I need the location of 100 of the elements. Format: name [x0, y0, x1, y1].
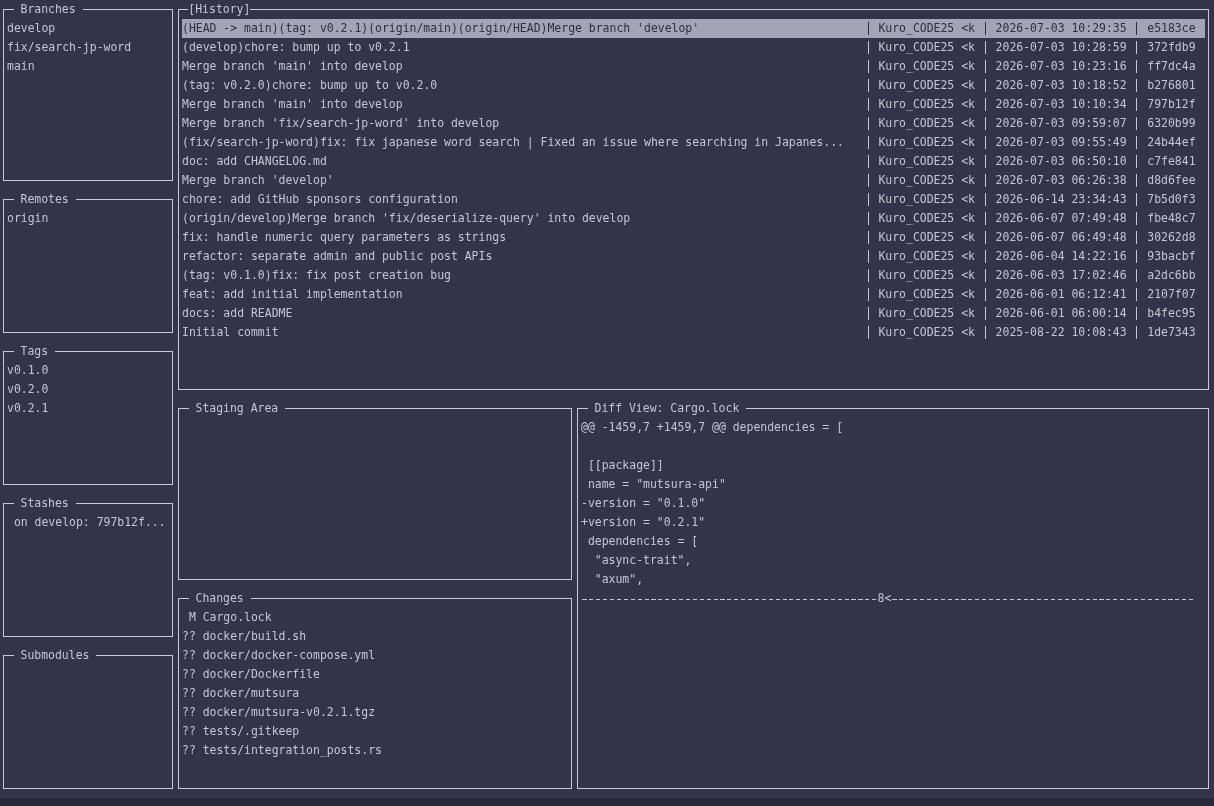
commit-row[interactable]: (fix/search-jp-word)fix: fix japanese word search | Fixed an issue where searching in Japanes... Kuro_CODE25 <k 2026-07-03 09:55:49 24b44ef: [182, 133, 1205, 152]
commit-author: Kuro_CODE25 <k: [878, 77, 975, 94]
panel-title: Tags: [19, 343, 50, 360]
commit-author: Kuro_CODE25 <k: [878, 286, 975, 303]
commit-row[interactable]: fix: handle numeric query parameters as strings Kuro_CODE25 <k 2026-06-07 06:49:48 30262d8: [182, 228, 1205, 247]
commit-row[interactable]: chore: add GitHub sponsors configuration Kuro_CODE25 <k 2026-06-14 23:34:43 7b5d0f3: [182, 190, 1205, 209]
commit-hash: 7b5d0f3: [1147, 191, 1196, 208]
commit-row[interactable]: feat: add initial implementation Kuro_CODE25 <k 2026-06-01 06:12:41 2107f07: [182, 285, 1205, 304]
commit-date: 2026-07-03 10:28:59: [995, 39, 1127, 56]
commit-author: Kuro_CODE25 <k: [878, 39, 975, 56]
commit-date: 2026-06-01 06:00:14: [995, 305, 1127, 322]
commit-hash: b276801: [1147, 77, 1196, 94]
commit-hash: c7fe841: [1147, 153, 1196, 170]
commit-message: (fix/search-jp-word)fix: fix japanese word search | Fixed an issue where searching in Japanes...: [182, 134, 844, 152]
commit-row[interactable]: Merge branch 'main' into develop Kuro_CODE25 <k 2026-07-03 10:10:34 797b12f: [182, 95, 1205, 114]
commit-row[interactable]: (HEAD -> main)(tag: v0.2.1)(origin/main)(origin/HEAD)Merge branch 'develop' Kuro_CODE25 <k 2026-07-03 10:29:35 e5183ce: [182, 19, 1205, 38]
commit-date: 2026-07-03 06:50:10: [995, 153, 1127, 170]
commit-date: 2026-07-03 10:29:35: [995, 20, 1127, 37]
commit-message: (tag: v0.2.0)chore: bump up to v0.2.0: [182, 77, 438, 94]
commit-row[interactable]: Merge branch 'main' into develop Kuro_CODE25 <k 2026-07-03 10:23:16 ff7dc4a: [182, 57, 1205, 76]
commit-date: 2026-07-03 10:10:34: [995, 96, 1127, 113]
commit-message: refactor: separate admin and public post APIs: [182, 248, 493, 265]
commit-hash: 93bacbf: [1147, 248, 1196, 265]
diff-line: +version = "0.2.1": [581, 514, 706, 531]
branch-item[interactable]: main: [7, 57, 35, 76]
commit-date: 2026-07-03 10:18:52: [995, 77, 1127, 94]
commit-author: Kuro_CODE25 <k: [878, 324, 975, 341]
change-item[interactable]: ?? docker/mutsura: [182, 684, 300, 703]
commit-hash: 1de7343: [1147, 324, 1196, 341]
branch-item[interactable]: develop: [7, 19, 56, 38]
commit-row[interactable]: Merge branch 'develop' Kuro_CODE25 <k 2026-07-03 06:26:38 d8d6fee: [182, 171, 1205, 190]
commit-message: (tag: v0.1.0)fix: fix post creation bug: [182, 267, 451, 284]
tag-item[interactable]: v0.2.1: [7, 399, 49, 418]
diff-line: name = "mutsura-api": [586, 476, 726, 493]
commit-date: 2026-07-03 09:55:49: [995, 134, 1127, 151]
diff-line: "axum",: [593, 571, 644, 588]
commit-hash: ff7dc4a: [1147, 58, 1196, 75]
commit-author: Kuro_CODE25 <k: [878, 248, 975, 265]
commit-hash: 24b44ef: [1147, 134, 1196, 151]
commit-message: Initial commit: [182, 324, 279, 341]
tag-item[interactable]: v0.1.0: [7, 361, 49, 380]
commit-message: (develop)chore: bump up to v0.2.1: [182, 39, 410, 56]
commit-hash: 2107f07: [1147, 286, 1196, 303]
diff-line: @@ -1459,7 +1459,7 @@ dependencies = [: [581, 419, 844, 436]
commit-author: Kuro_CODE25 <k: [878, 115, 975, 132]
commit-hash: 372fdb9: [1147, 39, 1196, 56]
panel-title: Stashes: [19, 495, 70, 512]
commit-hash: 30262d8: [1147, 229, 1196, 246]
commit-row[interactable]: (tag: v0.1.0)fix: fix post creation bug Kuro_CODE25 <k 2026-06-03 17:02:46 a2dc6bb: [182, 266, 1205, 285]
commit-hash: d8d6fee: [1147, 172, 1196, 189]
commit-author: Kuro_CODE25 <k: [878, 96, 975, 113]
commit-row[interactable]: refactor: separate admin and public post APIs Kuro_CODE25 <k 2026-06-04 14:22:16 93bacbf: [182, 247, 1205, 266]
commit-message: doc: add CHANGELOG.md: [182, 153, 327, 170]
commit-hash: e5183ce: [1147, 20, 1196, 37]
commit-row[interactable]: doc: add CHANGELOG.md Kuro_CODE25 <k 2026-07-03 06:50:10 c7fe841: [182, 152, 1205, 171]
panel-title: Diff View: Cargo.lock: [593, 400, 741, 417]
remote-item[interactable]: origin: [7, 209, 49, 228]
commit-author: Kuro_CODE25 <k: [878, 191, 975, 208]
commit-date: 2026-07-03 06:26:38: [995, 172, 1127, 189]
commit-message: feat: add initial implementation: [182, 286, 403, 303]
commit-hash: 797b12f: [1147, 96, 1196, 113]
change-item[interactable]: ?? docker/build.sh: [182, 627, 307, 646]
commit-date: 2026-06-01 06:12:41: [995, 286, 1127, 303]
commit-row[interactable]: (develop)chore: bump up to v0.2.1 Kuro_CODE25 <k 2026-07-03 10:28:59 372fdb9: [182, 38, 1205, 57]
commit-date: 2025-08-22 10:08:43: [995, 324, 1127, 341]
commit-row[interactable]: (tag: v0.2.0)chore: bump up to v0.2.0 Kuro_CODE25 <k 2026-07-03 10:18:52 b276801: [182, 76, 1205, 95]
commit-author: Kuro_CODE25 <k: [878, 20, 975, 37]
panel-title: Staging Area: [194, 400, 280, 417]
stash-item[interactable]: on develop: 797b12f...: [13, 513, 166, 532]
diff-line: dependencies = [: [586, 533, 699, 550]
commit-message: fix: handle numeric query parameters as strings: [182, 229, 507, 246]
panel-title: [History]: [188, 1, 251, 18]
change-item[interactable]: ?? tests/integration_posts.rs: [182, 741, 382, 760]
commit-hash: b4fec95: [1147, 305, 1196, 322]
change-item[interactable]: ?? docker/docker-compose.yml: [182, 646, 376, 665]
commit-hash: fbe48c7: [1147, 210, 1196, 227]
commit-message: docs: add README: [182, 305, 293, 322]
commit-date: 2026-06-07 07:49:48: [995, 210, 1127, 227]
change-item[interactable]: ?? tests/.gitkeep: [182, 722, 300, 741]
commit-message: chore: add GitHub sponsors configuration: [182, 191, 458, 208]
commit-row[interactable]: docs: add README Kuro_CODE25 <k 2026-06-01 06:00:14 b4fec95: [182, 304, 1205, 323]
commit-row[interactable]: Merge branch 'fix/search-jp-word' into develop Kuro_CODE25 <k 2026-07-03 09:59:07 6320b99: [182, 114, 1205, 133]
commit-row[interactable]: Initial commit Kuro_CODE25 <k 2025-08-22 10:08:43 1de7343: [182, 323, 1205, 342]
tag-item[interactable]: v0.2.0: [7, 380, 49, 399]
commit-author: Kuro_CODE25 <k: [878, 172, 975, 189]
commit-message: Merge branch 'fix/search-jp-word' into develop: [182, 115, 500, 132]
branch-item[interactable]: fix/search-jp-word: [7, 38, 132, 57]
commit-date: 2026-06-07 06:49:48: [995, 229, 1127, 246]
panel-title: Remotes: [19, 191, 70, 208]
commit-row[interactable]: (origin/develop)Merge branch 'fix/deserialize-query' into develop Kuro_CODE25 <k 2026-06-07 07:49:48 fbe48c7: [182, 209, 1205, 228]
change-item[interactable]: M Cargo.lock: [182, 608, 272, 627]
panel-title: Submodules: [19, 647, 91, 664]
commit-date: 2026-06-14 23:34:43: [995, 191, 1127, 208]
commit-message: (HEAD -> main)(tag: v0.2.1)(origin/main)(origin/HEAD)Merge branch 'develop': [182, 20, 700, 37]
commit-author: Kuro_CODE25 <k: [878, 210, 975, 227]
cut-marker: 8<: [877, 590, 892, 607]
change-item[interactable]: ?? docker/mutsura-v0.2.1.tgz: [182, 703, 376, 722]
commit-hash: a2dc6bb: [1147, 267, 1196, 284]
panel-title: Branches: [19, 1, 77, 18]
change-item[interactable]: ?? docker/Dockerfile: [182, 665, 320, 684]
